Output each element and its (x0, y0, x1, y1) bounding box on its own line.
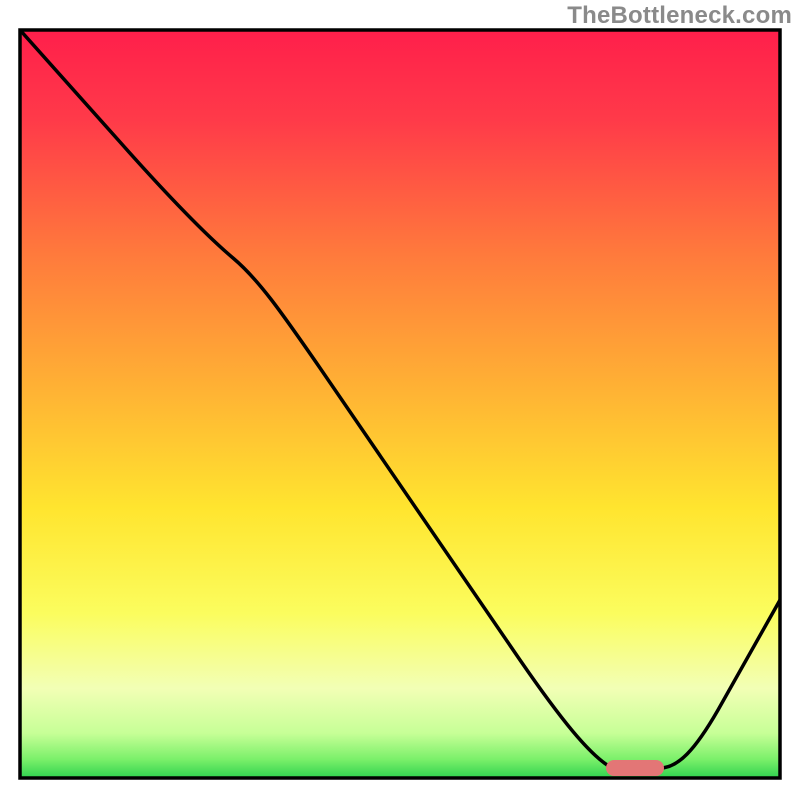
bottleneck-plot (0, 0, 800, 800)
sweet-spot-marker (606, 760, 664, 776)
watermark-label: TheBottleneck.com (567, 2, 792, 30)
plot-area (20, 30, 780, 778)
chart-container: TheBottleneck.com (0, 0, 800, 800)
